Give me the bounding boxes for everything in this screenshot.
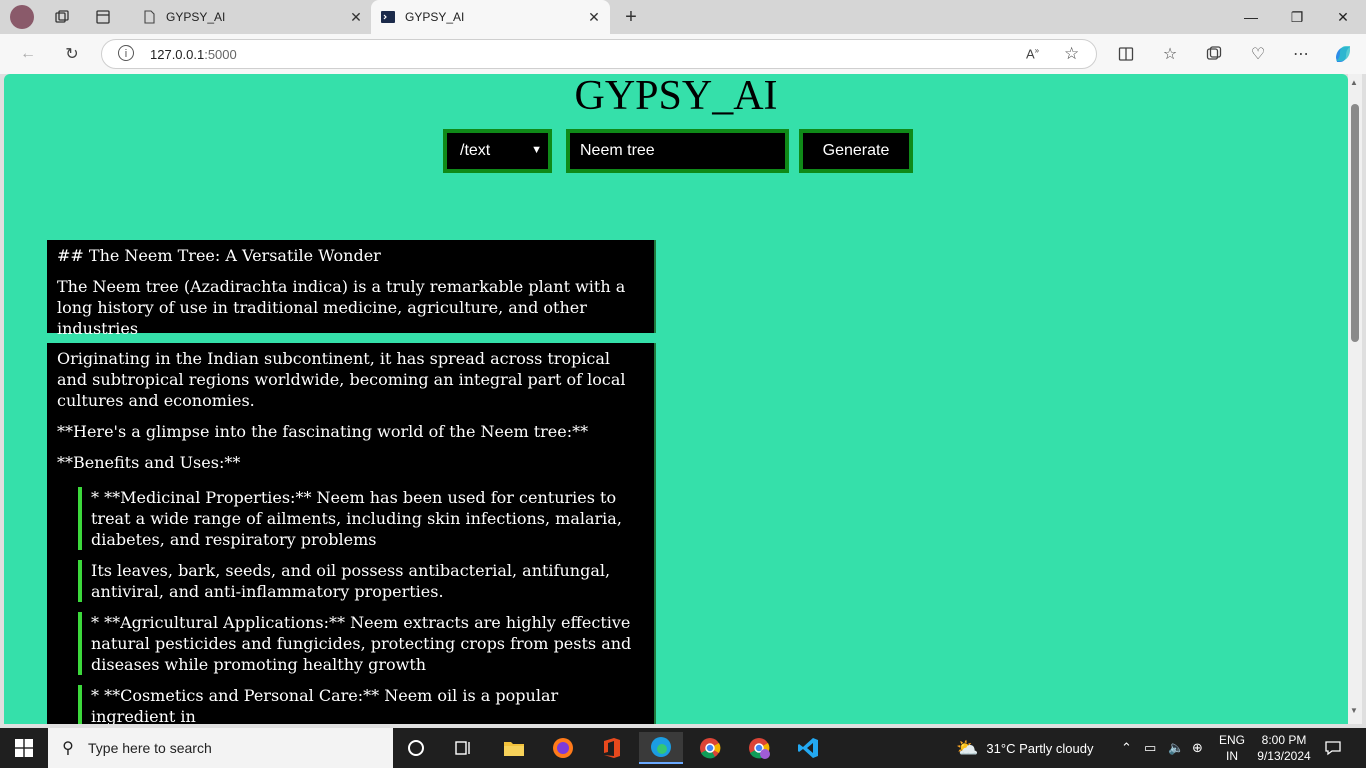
taskbar-search[interactable]: ⚲ Type here to search [48,728,393,768]
response-blockquote: * **Cosmetics and Personal Care:** Neem … [78,685,644,724]
task-view-icon[interactable] [441,732,485,764]
navigation-bar: ← ↻ i 127.0.0.1:5000 A» ☆ ☆ ♡ ⋯ [0,34,1366,74]
page-title: GYPSY_AI [574,74,778,119]
response-card: Originating in the Indian subcontinent, … [47,343,656,724]
firefox-icon[interactable] [541,732,585,764]
chrome-icon[interactable] [688,732,732,764]
weather-icon: ⛅ [956,737,979,758]
response-paragraph: **Benefits and Uses:** [57,453,241,472]
response-blockquote: * **Agricultural Applications:** Neem ex… [78,612,644,675]
language-indicator[interactable]: ENG IN [1219,728,1245,768]
start-button[interactable] [0,728,48,768]
language-globe-icon[interactable]: ⊕ [1192,728,1203,768]
weather-widget[interactable]: ⛅ 31°C Partly cloudy [956,728,1094,768]
prompt-input[interactable]: Neem tree [566,129,789,173]
page-content: GYPSY_AI /text ▼ Neem tree Generate ## T… [4,74,1348,724]
tab-title: GYPSY_AI [405,10,465,24]
back-arrow-icon[interactable]: ← [16,42,40,66]
vscode-icon[interactable] [786,732,830,764]
language-code: ENG [1219,733,1246,747]
tab-gypsy-ai-1[interactable]: GYPSY_AI ✕ [132,0,372,34]
close-icon[interactable]: ✕ [346,9,366,26]
volume-icon[interactable]: 🔈 [1168,728,1184,768]
notifications-icon[interactable] [1324,728,1342,768]
scroll-thumb[interactable] [1351,104,1359,342]
tab-actions-icon[interactable] [93,7,113,27]
collections-icon[interactable] [1202,42,1226,66]
taskbar: ⚲ Type here to search ⛅ 31°C Partly clou… [0,728,1366,768]
search-placeholder: Type here to search [88,740,212,756]
file-explorer-icon[interactable] [492,732,536,764]
prompt-input-value: Neem tree [580,142,655,159]
edge-icon[interactable] [639,732,683,764]
mode-select-value: /text [460,142,491,159]
scroll-down-icon[interactable]: ▼ [1350,706,1358,715]
copilot-icon[interactable] [1331,42,1355,66]
response-blockquote: * **Medicinal Properties:** Neem has bee… [78,487,644,550]
network-icon[interactable]: ▭ [1144,728,1156,768]
browser-essentials-icon[interactable]: ♡ [1246,42,1270,66]
tab-gypsy-ai-2[interactable]: GYPSY_AI ✕ [371,0,610,34]
terminal-icon [381,11,395,23]
clock[interactable]: 8:00 PM 9/13/2024 [1253,728,1315,768]
generate-button-label: Generate [822,142,890,159]
clock-date: 9/13/2024 [1257,749,1311,763]
split-screen-icon[interactable] [1114,42,1138,66]
reload-icon[interactable]: ↻ [60,42,84,66]
favorite-star-icon[interactable]: ☆ [1064,44,1079,64]
info-icon[interactable]: i [118,45,134,61]
chrome-profile-icon[interactable] [737,732,781,764]
mode-select[interactable]: /text ▼ [443,129,552,173]
show-hidden-icons-icon[interactable]: ⌃ [1121,728,1132,768]
favorites-icon[interactable]: ☆ [1158,42,1182,66]
address-bar[interactable]: i 127.0.0.1:5000 A» ☆ [101,39,1097,69]
more-options-icon[interactable]: ⋯ [1289,42,1313,66]
region-code: IN [1226,749,1238,763]
windows-logo-icon [15,739,33,757]
search-icon: ⚲ [62,740,74,757]
response-heading: ## The Neem Tree: A Versatile Wonder [57,246,381,265]
new-tab-icon[interactable]: + [621,6,641,28]
close-icon[interactable]: ✕ [584,9,604,26]
tab-title: GYPSY_AI [166,10,226,24]
response-paragraph: **Here's a glimpse into the fascinating … [57,422,589,441]
response-paragraph: The Neem tree (Azadirachta indica) is a … [57,277,626,338]
restore-icon[interactable]: ❐ [1274,0,1320,34]
chevron-down-icon: ▼ [531,144,542,156]
profile-avatar[interactable] [10,5,34,29]
response-card: ## The Neem Tree: A Versatile Wonder The… [47,240,656,338]
cortana-icon[interactable] [394,732,438,764]
page-icon [144,10,155,24]
weather-text: 31°C Partly cloudy [986,740,1094,756]
read-aloud-icon[interactable]: A» [1026,46,1039,61]
tab-strip: GYPSY_AI ✕ GYPSY_AI ✕ + — ❐ ✕ [0,0,1366,34]
response-blockquote: Its leaves, bark, seeds, and oil possess… [78,560,644,602]
clock-time: 8:00 PM [1261,733,1307,747]
scroll-up-icon[interactable]: ▲ [1350,78,1358,87]
response-paragraph: Originating in the Indian subcontinent, … [57,349,626,410]
workspaces-icon[interactable] [52,7,72,27]
url-text: 127.0.0.1:5000 [150,47,237,62]
generate-button[interactable]: Generate [799,129,913,173]
office-icon[interactable] [590,732,634,764]
vertical-scrollbar[interactable]: ▲ ▼ [1348,74,1362,724]
close-window-icon[interactable]: ✕ [1320,0,1366,34]
minimize-icon[interactable]: — [1228,0,1274,34]
